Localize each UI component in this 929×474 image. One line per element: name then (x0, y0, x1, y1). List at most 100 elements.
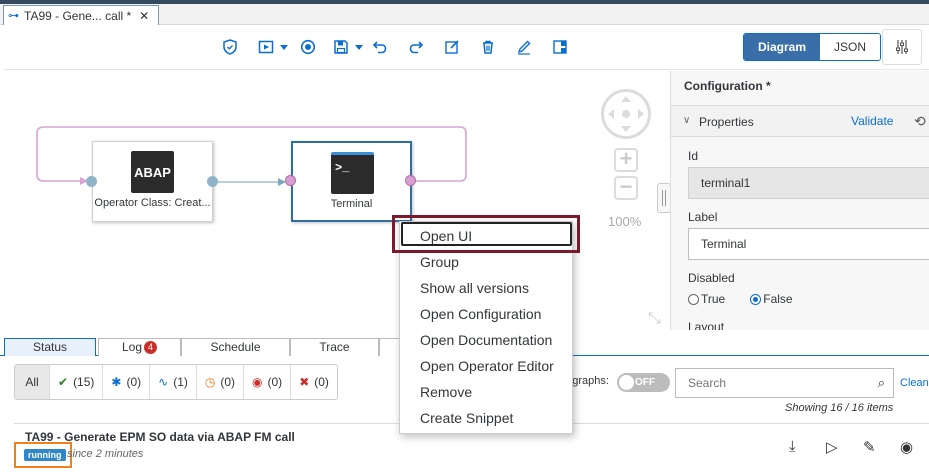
operator-node-terminal[interactable]: >_ Terminal (291, 141, 412, 222)
item-count: Showing 16 / 16 items (785, 402, 894, 414)
search-box: ⌕ (675, 368, 894, 398)
operator-node-label: Terminal (330, 198, 373, 210)
diagram-view-button[interactable]: Diagram (744, 34, 821, 60)
filter-running[interactable]: ∿ (1) (150, 365, 197, 399)
zoom-in-button[interactable]: + (614, 148, 638, 172)
json-view-button[interactable]: JSON (820, 34, 881, 60)
id-field: terminal1 (688, 167, 929, 199)
validate-link[interactable]: Validate (851, 114, 893, 128)
operator-node-label: Operator Class: Creat... (94, 197, 211, 209)
tab-status[interactable]: Status (4, 338, 96, 356)
status-badge: running (24, 449, 66, 461)
filter-stopped-count: (0) (267, 375, 283, 389)
undo-icon[interactable] (369, 36, 391, 58)
save-icon[interactable] (330, 36, 352, 58)
radio-true-label: True (701, 292, 726, 306)
filter-debug[interactable]: ✱ (0) (103, 365, 151, 399)
filter-pending-count: (0) (220, 375, 236, 389)
radio-true[interactable] (688, 293, 699, 305)
status-filter-bar: All ✔ (15) ✱ (0) ∿ (1) ◷ (0) ◉ (0) ✖ (0) (14, 364, 338, 400)
menu-item-open-configuration[interactable]: Open Configuration (420, 306, 541, 322)
pan-control[interactable] (601, 89, 651, 139)
layout-label: Layout (688, 320, 725, 330)
search-input[interactable] (676, 369, 856, 397)
activity-icon: ∿ (158, 375, 169, 389)
run-duration: since 2 minutes (67, 448, 144, 460)
close-icon[interactable]: ✕ (139, 9, 149, 23)
sliders-icon[interactable] (882, 29, 922, 65)
abap-icon: ABAP (131, 151, 174, 193)
view-mode-switch: Diagram JSON (743, 33, 882, 61)
pencil-icon[interactable] (513, 36, 535, 58)
tab-log-label: Log (121, 340, 143, 354)
document-tab[interactable]: ⊶ TA99 - Gene... call * ✕ (3, 5, 159, 25)
input-port[interactable] (86, 176, 97, 187)
clock-icon: ◷ (204, 375, 216, 389)
chevron-down-icon[interactable] (280, 45, 288, 50)
bug-icon: ✱ (111, 375, 122, 389)
log-count-badge: 4 (144, 341, 158, 355)
chevron-down-icon: ∨ (683, 115, 691, 126)
id-label: Id (688, 149, 699, 163)
reset-icon[interactable]: ⟲ (914, 113, 926, 130)
output-port[interactable] (405, 175, 416, 186)
zoom-level: 100% (608, 214, 642, 229)
check-circle-icon: ✔ (58, 375, 69, 389)
layout-icon[interactable] (549, 36, 571, 58)
redo-icon[interactable] (405, 36, 427, 58)
subgraphs-toggle[interactable]: OFF (617, 373, 670, 392)
radio-false[interactable] (750, 293, 762, 305)
delete-icon[interactable] (477, 36, 499, 58)
edit-icon[interactable] (441, 36, 463, 58)
label-label: Label (688, 210, 718, 224)
input-port[interactable] (285, 175, 296, 186)
menu-item-create-snippet[interactable]: Create Snippet (420, 410, 513, 426)
filter-pending[interactable]: ◷ (0) (197, 365, 245, 399)
properties-label: Properties (699, 115, 754, 129)
pan-arrows-icon (608, 96, 644, 132)
run-icon[interactable] (255, 36, 277, 58)
panel-splitter[interactable] (657, 183, 671, 213)
zoom-out-button[interactable]: − (614, 176, 638, 200)
annotation-highlight-box (392, 215, 580, 253)
filter-completed-count: (15) (73, 375, 95, 389)
filter-completed[interactable]: ✔ (15) (50, 365, 104, 399)
filter-debug-count: (0) (126, 375, 142, 389)
tab-trace[interactable]: Trace (290, 338, 379, 356)
download-icon[interactable]: ⤓ (789, 438, 796, 455)
terminal-icon: >_ (331, 152, 374, 194)
tab-log[interactable]: Log 4 (98, 338, 181, 356)
search-icon[interactable]: ⌕ (878, 375, 885, 391)
configuration-panel: Configuration * ∨ Properties Validate ⟲ … (670, 71, 929, 330)
run-with-options-icon[interactable]: ▷ (826, 438, 838, 456)
shield-icon[interactable] (219, 36, 241, 58)
fit-to-screen-icon[interactable]: ⤡ (648, 310, 661, 328)
stop-circle-icon: ◉ (252, 375, 263, 389)
menu-item-group[interactable]: Group (420, 254, 459, 270)
menu-item-show-all-versions[interactable]: Show all versions (420, 280, 529, 296)
output-port[interactable] (207, 176, 218, 187)
pencil-icon[interactable]: ✎ (863, 438, 876, 456)
graph-icon: ⊶ (8, 10, 19, 22)
label-field[interactable]: Terminal (688, 228, 929, 260)
filter-stopped[interactable]: ◉ (0) (244, 365, 292, 399)
error-icon: ✖ (299, 375, 310, 389)
chevron-down-icon[interactable] (355, 45, 363, 50)
filter-dead-count: (0) (314, 375, 329, 389)
document-tab-title: TA99 - Gene... call * (24, 8, 132, 23)
tab-schedule[interactable]: Schedule (181, 338, 290, 356)
properties-section-header[interactable]: ∨ Properties Validate ⟲ (671, 105, 929, 137)
filter-dead[interactable]: ✖ (0) (291, 365, 337, 399)
filter-all[interactable]: All (15, 365, 50, 399)
menu-item-remove[interactable]: Remove (420, 384, 472, 400)
menu-item-open-operator-editor[interactable]: Open Operator Editor (420, 358, 554, 374)
disabled-label: Disabled (688, 271, 735, 285)
document-tabstrip: ⊶ TA99 - Gene... call * ✕ (0, 4, 929, 25)
menu-item-open-documentation[interactable]: Open Documentation (420, 332, 552, 348)
radio-false-label: False (763, 292, 793, 306)
operator-node-abap[interactable]: ABAP Operator Class: Creat... (92, 141, 213, 222)
stop-icon[interactable]: ◉ (900, 438, 913, 456)
disabled-radio-group: True False (688, 292, 793, 306)
clean-link[interactable]: Clean (900, 377, 929, 389)
stop-icon[interactable] (297, 36, 319, 58)
